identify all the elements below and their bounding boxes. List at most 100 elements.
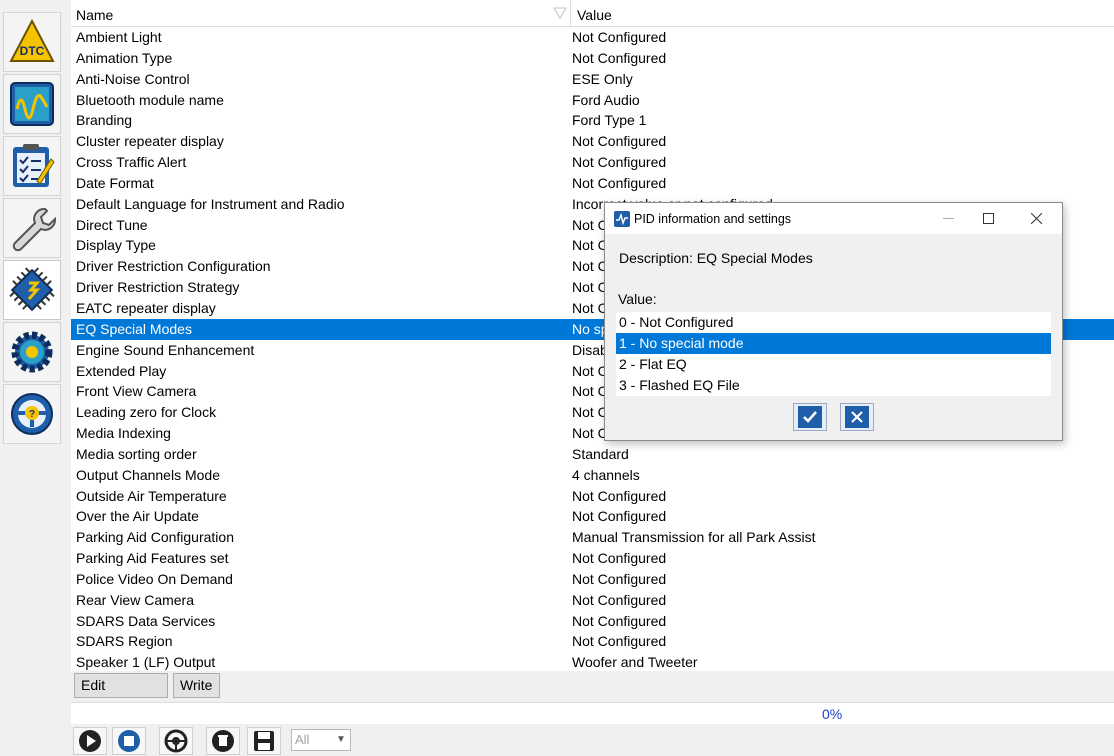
table-row[interactable]: Cross Traffic Alert Not Configured (71, 152, 1114, 173)
table-row[interactable]: Police Video On Demand Not Configured (71, 569, 1114, 590)
row-value-cell: Ford Audio (572, 91, 640, 108)
table-row[interactable]: Bluetooth module name Ford Audio (71, 90, 1114, 111)
help-button[interactable] (159, 727, 193, 755)
row-value-cell: Not Configured (572, 612, 667, 629)
table-row[interactable]: Cluster repeater display Not Configured (71, 131, 1114, 152)
dialog-description: Description: EQ Special Modes (619, 250, 813, 266)
value-options-list: 0 - Not Configured 1 - No special mode 2 -… (616, 312, 1051, 396)
table-row[interactable]: Anti-Noise Control ESE Only (71, 69, 1114, 90)
gear-icon (11, 331, 53, 373)
table-row[interactable]: Animation Type Not Configured (71, 48, 1114, 69)
filter-select-value: All (295, 732, 310, 747)
value-option[interactable]: 2 - Flat EQ (616, 354, 1051, 375)
table-row[interactable]: Parking Aid Configuration Manual Transmis… (71, 527, 1114, 548)
row-value-cell: ESE Only (572, 70, 633, 87)
row-name-cell: Direct Tune (76, 216, 148, 233)
row-value-cell: Standard (572, 445, 629, 462)
row-name-cell: Over the Air Update (76, 508, 199, 525)
sidebar-item-service[interactable] (3, 198, 61, 258)
sidebar-item-module-config[interactable] (3, 260, 61, 320)
row-name-cell: Branding (76, 112, 133, 129)
close-icon (1030, 213, 1042, 224)
stop-icon (118, 730, 140, 752)
row-value-cell: Not Configured (572, 29, 667, 45)
table-row[interactable]: Rear View Camera Not Configured (71, 590, 1114, 611)
row-value-cell: 4 channels (572, 466, 640, 483)
sidebar-item-settings[interactable] (3, 322, 61, 382)
table-row[interactable]: SDARS Data Services Not Configured (71, 611, 1114, 632)
row-name-cell: Display Type (76, 237, 156, 254)
column-header-value[interactable]: Value (572, 0, 1114, 27)
sidebar-item-help[interactable]: ? (3, 384, 61, 444)
row-value-cell: Not Configured (572, 49, 667, 66)
progress-text: 0% (822, 706, 843, 722)
column-header-name[interactable]: Name (71, 0, 571, 27)
play-icon (79, 730, 101, 752)
pid-settings-dialog: PID information and settings Description… (604, 202, 1063, 441)
app-icon (614, 211, 630, 227)
table-actions: Edit selected Write (71, 671, 1114, 716)
filter-select[interactable]: All ▼ (291, 729, 351, 751)
ok-button[interactable] (793, 403, 827, 431)
sidebar-item-oscilloscope[interactable] (3, 74, 61, 134)
row-value-cell: Ford Type 1 (572, 112, 647, 129)
play-button[interactable] (73, 727, 107, 755)
row-name-cell: SDARS Region (76, 633, 173, 650)
row-name-cell: Ambient Light (76, 29, 162, 45)
table-row[interactable]: Date Format Not Configured (71, 173, 1114, 194)
row-value-cell: Not Configured (572, 133, 667, 150)
sidebar-item-dtc[interactable]: DTC (3, 12, 61, 72)
wrench-icon (12, 207, 57, 252)
table-row[interactable]: Outside Air Temperature Not Configured (71, 486, 1114, 507)
row-value-cell: Not Configured (572, 633, 667, 650)
row-name-cell: Animation Type (76, 49, 173, 66)
help-icon (164, 729, 188, 753)
chevron-down-icon: ▼ (336, 734, 346, 745)
row-name-cell: Default Language for Instrument and Radi… (76, 195, 345, 212)
row-name-cell: Output Channels Mode (76, 466, 220, 483)
table-row[interactable]: Over the Air Update Not Configured (71, 506, 1114, 527)
row-name-cell: Extended Play (76, 362, 167, 379)
row-value-cell: Manual Transmission for all Park Assist (572, 529, 816, 546)
delete-button[interactable] (206, 727, 240, 755)
row-name-cell: Driver Restriction Configuration (76, 258, 271, 275)
table-row[interactable]: Branding Ford Type 1 (71, 110, 1114, 131)
edit-selected-button[interactable]: Edit selected (74, 673, 168, 716)
value-option[interactable]: 0 - Not Configured (616, 312, 1051, 333)
sidebar-toolbar: DTC ? (0, 0, 64, 756)
table-row[interactable]: Ambient Light Not Configured (71, 27, 1114, 48)
row-value-cell: Not Configured (572, 550, 667, 567)
row-name-cell: EQ Special Modes (76, 320, 192, 337)
table-row[interactable]: SDARS Region Not Configured (71, 631, 1114, 652)
sidebar-item-checklist[interactable] (3, 136, 61, 196)
row-name-cell: Parking Aid Features set (76, 550, 229, 567)
cancel-button[interactable] (840, 403, 874, 431)
value-option[interactable]: 3 - Flashed EQ File (616, 375, 1051, 396)
row-name-cell: Cluster repeater display (76, 133, 224, 150)
dtc-text: DTC (20, 44, 45, 58)
row-name-cell: Driver Restriction Strategy (76, 279, 240, 296)
row-value-cell: Not Configured (572, 154, 667, 171)
maximize-button[interactable] (965, 203, 1011, 234)
row-name-cell: SDARS Data Services (76, 612, 216, 629)
value-option[interactable]: 1 - No special mode (616, 333, 1051, 354)
row-name-cell: EATC repeater display (76, 299, 216, 316)
save-button[interactable] (247, 727, 281, 755)
table-row[interactable]: Output Channels Mode 4 channels (71, 465, 1114, 486)
table-row[interactable]: Media sorting order Standard (71, 444, 1114, 465)
stop-button[interactable] (112, 727, 146, 755)
table-header: Name Value (71, 0, 1114, 27)
close-button[interactable] (1013, 203, 1059, 234)
row-name-cell: Outside Air Temperature (76, 487, 227, 504)
checklist-icon (13, 144, 55, 187)
row-value-cell: Not Configured (572, 591, 667, 608)
write-button[interactable]: Write (173, 673, 220, 698)
table-row[interactable]: Parking Aid Features set Not Configured (71, 548, 1114, 569)
dialog-titlebar[interactable]: PID information and settings (605, 203, 1062, 234)
waveform-icon (10, 82, 54, 126)
delete-icon (212, 730, 234, 752)
row-name-cell: Anti-Noise Control (76, 70, 190, 87)
chip-icon (9, 267, 55, 312)
progress-bar: 0% (71, 702, 1114, 724)
steering-wheel-help-icon: ? (11, 393, 53, 435)
